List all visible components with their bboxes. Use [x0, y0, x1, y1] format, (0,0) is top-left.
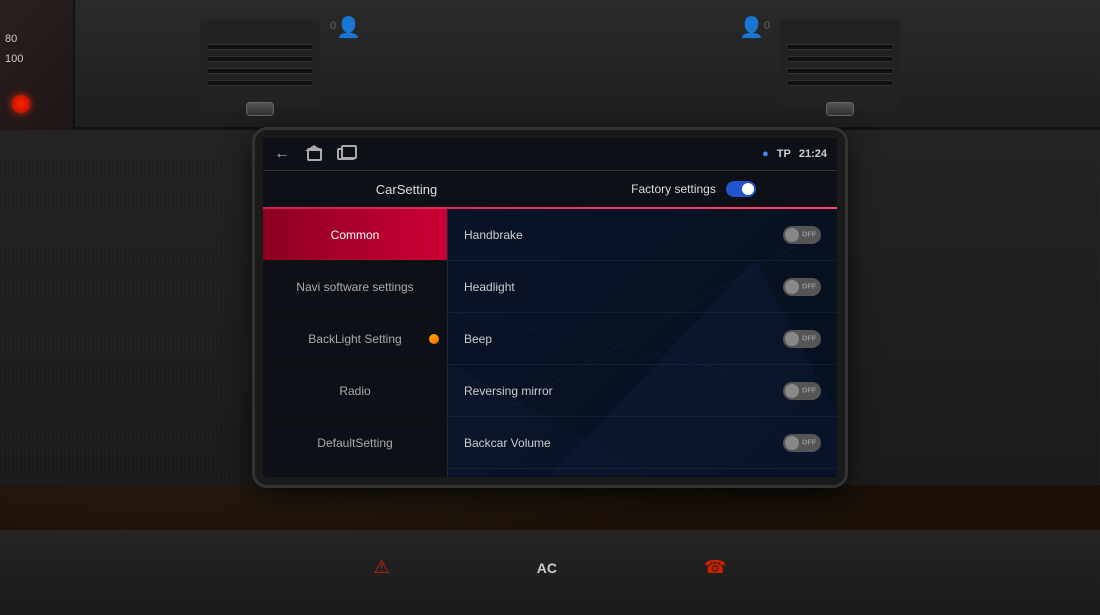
- vent-right: [780, 20, 900, 110]
- screen: ← ● TP 21:24: [263, 138, 837, 477]
- right-settings-panel: Handbrake Headlight Beep Reversing mirro…: [448, 209, 837, 477]
- vent-slot: [206, 80, 314, 86]
- beep-label: Beep: [464, 332, 492, 346]
- left-menu: Common Navi software settings BackLight …: [263, 209, 448, 477]
- beep-toggle[interactable]: [783, 330, 821, 348]
- vent-slot: [786, 56, 894, 62]
- reversing-mirror-toggle[interactable]: [783, 382, 821, 400]
- setting-row-beep: Beep: [448, 313, 837, 365]
- right-side-panel: [845, 130, 1100, 485]
- setting-row-reversing-mirror: Reversing mirror: [448, 365, 837, 417]
- menu-item-default[interactable]: DefaultSetting: [263, 417, 447, 469]
- panel-texture: [0, 130, 255, 485]
- page-title: CarSetting: [263, 182, 550, 197]
- warning-indicator: [12, 95, 30, 113]
- status-right: ● TP 21:24: [762, 148, 827, 160]
- left-side-panel: [0, 130, 255, 485]
- handbrake-label: Handbrake: [464, 228, 523, 242]
- phone-icon: ☎: [704, 557, 726, 578]
- backcar-volume-label: Backcar Volume: [464, 436, 551, 450]
- header-right: Factory settings: [550, 181, 837, 197]
- panel-texture: [845, 130, 1100, 485]
- vent-number-right: 0: [764, 15, 770, 32]
- headlight-label: Headlight: [464, 280, 515, 294]
- headlight-toggle[interactable]: [783, 278, 821, 296]
- vent-slot: [786, 44, 894, 50]
- center-top-area: 0 👤 👤 0: [330, 5, 770, 115]
- home-button[interactable]: [305, 147, 323, 161]
- handbrake-toggle[interactable]: [783, 226, 821, 244]
- vent-slot: [206, 56, 314, 62]
- reversing-mirror-label: Reversing mirror: [464, 384, 553, 398]
- recents-button[interactable]: [337, 147, 355, 161]
- ac-label: AC: [537, 560, 557, 576]
- menu-item-backlight[interactable]: BackLight Setting: [263, 313, 447, 365]
- location-icon: ●: [762, 148, 769, 160]
- vent-left: [200, 20, 320, 110]
- setting-row-handbrake: Handbrake: [448, 209, 837, 261]
- header-bar: CarSetting Factory settings: [263, 171, 837, 207]
- status-left: ←: [273, 147, 355, 161]
- main-content: Common Navi software settings BackLight …: [263, 209, 837, 477]
- backcar-volume-toggle[interactable]: [783, 434, 821, 452]
- warning-icon: ⚠: [374, 557, 390, 578]
- setting-row-backcar-volume: Backcar Volume: [448, 417, 837, 469]
- seat-icon-right: 👤: [739, 15, 764, 40]
- bottom-controls: ⚠ AC ☎: [300, 540, 800, 595]
- menu-item-navi[interactable]: Navi software settings: [263, 261, 447, 313]
- status-bar: ← ● TP 21:24: [263, 138, 837, 170]
- vent-slot: [206, 68, 314, 74]
- seat-icon-left: 👤: [336, 15, 361, 40]
- vent-slot: [786, 68, 894, 74]
- vent-slot: [206, 44, 314, 50]
- tp-indicator: TP: [777, 148, 791, 160]
- speedo-numbers: 80 100: [5, 30, 23, 70]
- menu-item-common[interactable]: Common: [263, 209, 447, 261]
- screen-bezel: ← ● TP 21:24: [255, 130, 845, 485]
- vent-slot: [786, 80, 894, 86]
- setting-row-headlight: Headlight: [448, 261, 837, 313]
- factory-settings-toggle[interactable]: [726, 181, 756, 197]
- clock: 21:24: [799, 148, 827, 160]
- vent-knob[interactable]: [826, 102, 854, 116]
- back-button[interactable]: ←: [273, 147, 291, 161]
- menu-item-radio[interactable]: Radio: [263, 365, 447, 417]
- factory-settings-label: Factory settings: [631, 182, 716, 196]
- vent-knob[interactable]: [246, 102, 274, 116]
